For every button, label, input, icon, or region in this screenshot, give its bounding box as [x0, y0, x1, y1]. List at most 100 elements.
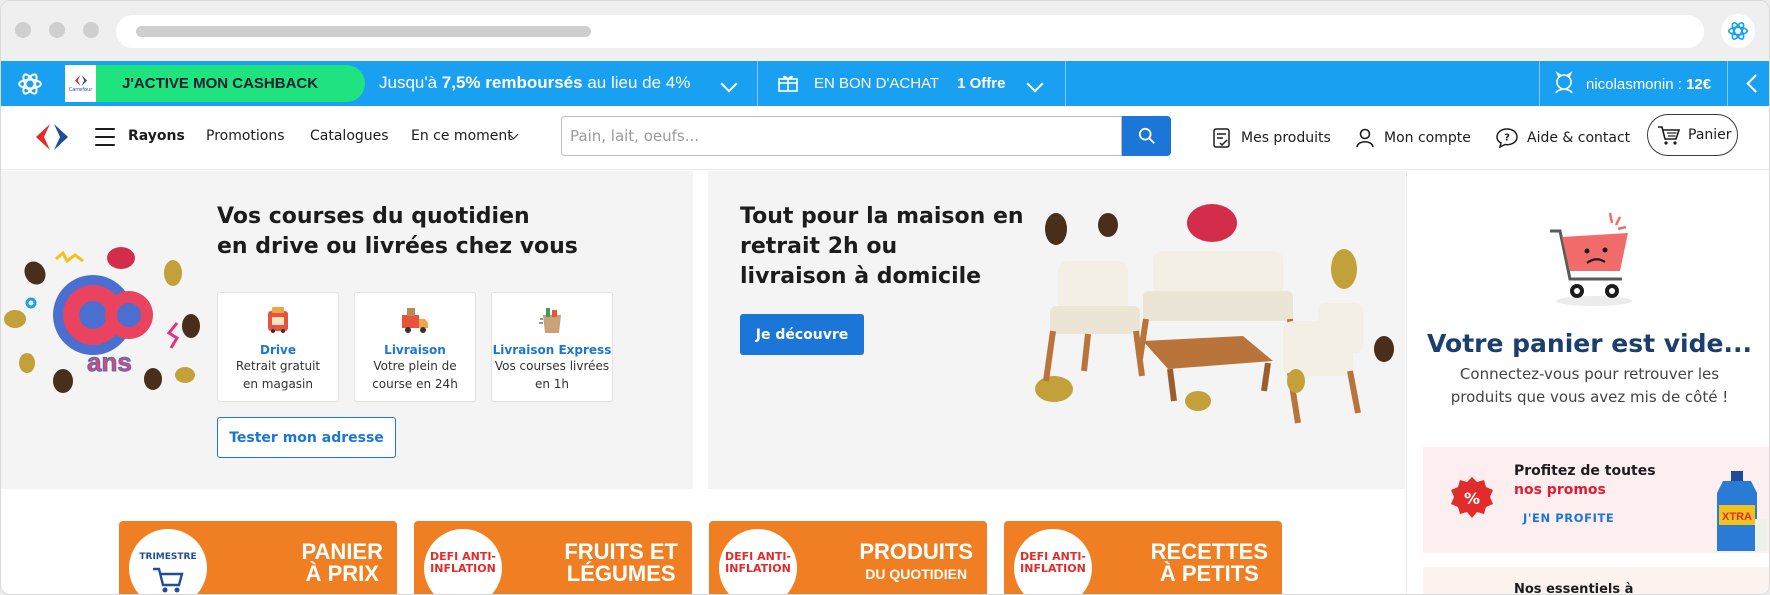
search-input[interactable] [561, 116, 1122, 156]
nav-catalogues[interactable]: Catalogues [310, 128, 389, 144]
anniversary-badge-text: ans [87, 347, 132, 377]
user-balance[interactable]: nicolasmonin : 12€ [1586, 76, 1711, 93]
tile-title: FRUITS ET LÉGUMES [564, 541, 678, 585]
svg-text:%: % [1464, 489, 1480, 508]
trimestre-badge: TRIMESTRE [129, 529, 207, 594]
voucher-count: 1 Offre [957, 75, 1006, 92]
cashback-bar: Carrefour J'ACTIVE MON CASHBACK Jusqu'à … [1, 61, 1769, 106]
service-name: Livraison [384, 343, 446, 357]
cashback-extension-icon[interactable] [1721, 14, 1755, 48]
je-decouvre-button[interactable]: Je découvre [740, 314, 864, 355]
product-label: XTRA [1722, 511, 1752, 523]
help-icon: ? [1496, 128, 1518, 149]
divider [1727, 61, 1728, 106]
cart-icon [1658, 126, 1681, 145]
promo-line-1: Profitez de toutes [1514, 463, 1656, 479]
search-icon [1138, 127, 1155, 144]
badge-text: TRIMESTRE [139, 552, 197, 562]
badge-text: DEFI ANTI-INFLATION [430, 550, 496, 575]
title-line: Tout pour la maison en [740, 204, 1024, 229]
percent-badge-icon: % [1451, 477, 1493, 518]
service-desc: en 1h [534, 377, 570, 391]
window-maximize-dot[interactable] [83, 22, 99, 38]
service-card-drive[interactable]: Drive Retrait gratuit en magasin [217, 292, 339, 402]
drive-delivery-banner: ans Vos courses du quotidien en drive ou… [1, 171, 693, 489]
activate-cashback-button[interactable]: Carrefour J'ACTIVE MON CASHBACK [65, 65, 365, 102]
nav-en-ce-moment[interactable]: En ce moment [411, 128, 513, 144]
essentials-banner[interactable]: Nos essentiels à [1423, 567, 1769, 595]
mes-produits-link[interactable]: Mes produits [1211, 123, 1331, 153]
service-desc: en magasin [242, 377, 313, 391]
window-minimize-dot[interactable] [49, 22, 65, 38]
product-list-icon [1213, 128, 1230, 148]
offer-rate: 7,5% remboursés [441, 73, 583, 92]
svg-text:?: ? [1504, 133, 1510, 144]
mon-compte-label: Mon compte [1384, 130, 1471, 146]
panier-button[interactable]: Panier [1647, 114, 1738, 156]
service-desc: course en 24h [372, 377, 458, 391]
browser-window: Carrefour J'ACTIVE MON CASHBACK Jusqu'à … [0, 0, 1770, 595]
user-amount: 12€ [1686, 76, 1712, 93]
title-line: retrait 2h ou [740, 234, 898, 259]
aide-contact-link[interactable]: ? Aide & contact [1495, 123, 1630, 153]
service-name: Drive [260, 343, 296, 357]
search-button[interactable] [1122, 116, 1171, 156]
voucher-text: EN BON D'ACHAT 1 Offre [814, 75, 1005, 92]
mini-logo-text: Carrefour [68, 87, 93, 93]
user-icon [1356, 128, 1374, 148]
service-desc: Vos courses livrées [494, 359, 610, 373]
divider [1539, 61, 1540, 106]
express-bag-icon [539, 308, 561, 333]
anniversary-60-ans-illustration: ans [4, 247, 200, 393]
badge-text: DEFI ANTI-INFLATION [725, 550, 791, 575]
anti-inflation-badge: DEFI ANTI-INFLATION [424, 529, 502, 594]
service-desc: Retrait gratuit [235, 359, 321, 373]
voucher-chevron-down-icon[interactable] [1026, 75, 1044, 93]
anti-inflation-badge: DEFI ANTI-INFLATION [1014, 529, 1092, 594]
empty-cart-title: Votre panier est vide... [1427, 329, 1752, 358]
essentials-text: Nos essentiels à [1514, 582, 1634, 595]
address-bar[interactable] [116, 15, 1704, 48]
tile-fruits-legumes[interactable]: DEFI ANTI-INFLATION FRUITS ET LÉGUMES [414, 521, 692, 594]
cashback-offer-text: Jusqu'à 7,5% remboursés au lieu de 4% [379, 73, 690, 93]
tile-produits-quotidien[interactable]: DEFI ANTI-INFLATION PRODUITS DU QUOTIDIEN [709, 521, 987, 594]
offer-chevron-down-icon[interactable] [720, 75, 738, 93]
carrefour-logo-icon[interactable] [33, 123, 71, 151]
service-card-livraison-express[interactable]: Livraison Express Vos courses livrées en… [491, 292, 613, 402]
drive-delivery-title: Vos courses du quotidien en drive ou liv… [217, 202, 578, 262]
panier-label: Panier [1688, 127, 1732, 143]
promo-cta-link[interactable]: J'EN PROFITE [1523, 511, 1614, 525]
title-line: livraison à domicile [740, 264, 982, 289]
tile-panier-prix[interactable]: TRIMESTRE PANIER À PRIX [119, 521, 397, 594]
collapse-chevron-left-icon[interactable] [1746, 74, 1765, 93]
voucher-label: EN BON D'ACHAT [814, 75, 940, 92]
cashback-extension-icon[interactable] [17, 71, 43, 97]
offer-suffix: au lieu de 4% [582, 73, 691, 92]
activate-cashback-label: J'ACTIVE MON CASHBACK [122, 75, 319, 92]
menu-icon[interactable] [95, 128, 115, 152]
anti-inflation-badge: DEFI ANTI-INFLATION [719, 529, 797, 594]
tile-title: PANIER À PRIX [302, 541, 384, 585]
promo-line-2: nos promos [1514, 482, 1606, 498]
tile-title: PRODUITS DU QUOTIDIEN [859, 541, 973, 585]
promo-banner[interactable]: % Profitez de toutes nos promos J'EN PRO… [1423, 447, 1769, 553]
nav-rayons[interactable]: Rayons [128, 128, 185, 144]
test-address-button[interactable]: Tester mon adresse [217, 417, 396, 458]
window-close-dot[interactable] [15, 22, 31, 38]
service-card-livraison[interactable]: Livraison Votre plein de course en 24h [354, 292, 476, 402]
address-placeholder [136, 26, 591, 37]
divider [1065, 61, 1066, 106]
gift-icon [778, 75, 798, 92]
tile-recettes-petits-prix[interactable]: DEFI ANTI-INFLATION RECETTES À PETITS [1004, 521, 1282, 594]
tile-line: PANIER [301, 539, 384, 564]
mon-compte-link[interactable]: Mon compte [1354, 123, 1471, 153]
title-line: en drive ou livrées chez vous [217, 234, 578, 259]
user-avatar-icon [1555, 71, 1573, 94]
tile-line: À PETITS [1159, 561, 1259, 586]
service-name: Livraison Express [492, 343, 612, 357]
cart-sidebar: Votre panier est vide... Connectez-vous … [1406, 171, 1769, 595]
garden-furniture-image [1035, 204, 1394, 424]
nav-promotions[interactable]: Promotions [206, 128, 285, 144]
offer-prefix: Jusqu'à [379, 73, 442, 92]
user-name: nicolasmonin : [1586, 76, 1687, 93]
